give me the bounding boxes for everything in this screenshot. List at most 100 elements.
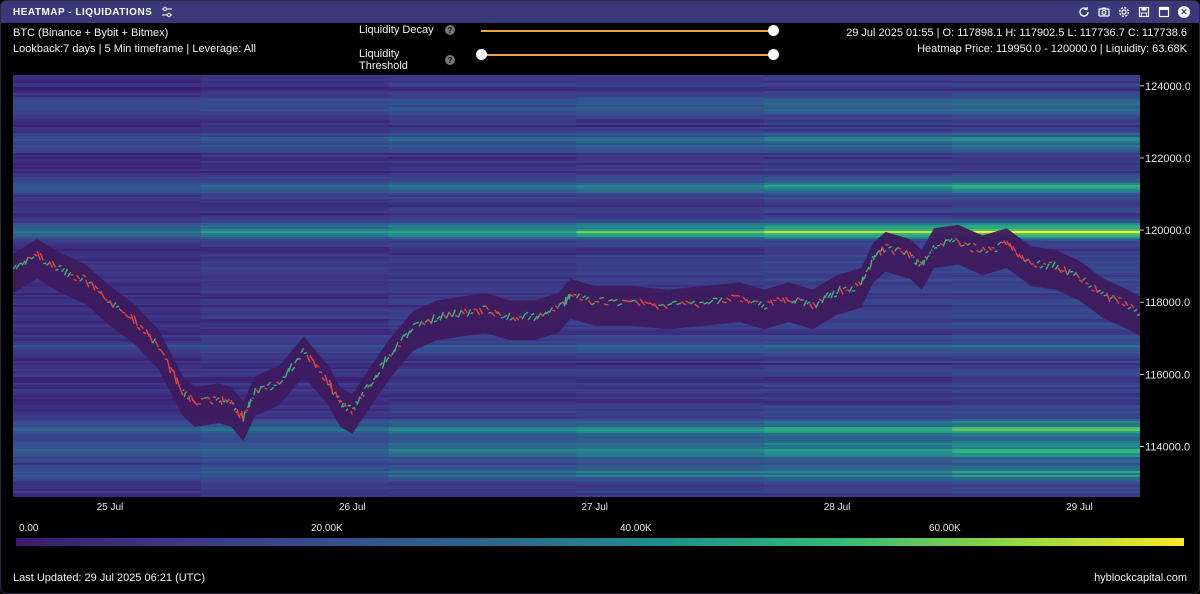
heatmap-cell <box>576 247 766 249</box>
heatmap-cell <box>13 495 202 497</box>
heatmap-cell <box>200 237 390 239</box>
heatmap-cell <box>200 113 390 115</box>
save-icon[interactable] <box>1137 5 1151 19</box>
heatmap-cell <box>952 159 1141 161</box>
heatmap-cell <box>576 397 766 399</box>
price-candle <box>303 351 308 355</box>
refresh-icon[interactable] <box>1077 5 1091 19</box>
heatmap-cell <box>388 449 578 451</box>
heatmap-cell <box>200 149 390 151</box>
heatmap-cell <box>200 137 390 139</box>
price-candle <box>189 394 193 398</box>
close-icon[interactable]: ✕ <box>1177 5 1191 19</box>
heatmap-cell <box>200 105 390 107</box>
brand-link[interactable]: hyblockcapital.com <box>1094 572 1187 584</box>
heatmap-cell <box>576 251 766 253</box>
heatmap-cell <box>764 187 954 189</box>
heatmap-cell <box>13 179 202 181</box>
heatmap-cell <box>576 457 766 459</box>
heatmap-cell <box>764 141 954 143</box>
liquidity-threshold-max-handle[interactable] <box>768 49 779 60</box>
heatmap-cell <box>576 465 766 467</box>
heatmap-cell <box>764 139 954 141</box>
heatmap-cell <box>388 365 578 367</box>
heatmap-cell <box>200 291 390 293</box>
heatmap-cell <box>952 169 1141 171</box>
help-icon[interactable]: ? <box>445 55 455 65</box>
heatmap-cell <box>576 461 766 463</box>
heatmap-cell <box>200 303 390 305</box>
heatmap-cell <box>388 85 578 87</box>
heatmap-cell <box>952 369 1141 371</box>
heatmap-cell <box>952 139 1141 141</box>
heatmap-cell <box>576 359 766 361</box>
heatmap-cell <box>576 273 766 275</box>
heatmap-cell <box>388 379 578 381</box>
heatmap-cell <box>764 411 954 413</box>
price-candle <box>115 305 120 308</box>
heatmap-cell <box>576 103 766 105</box>
settings-icon[interactable] <box>160 5 174 19</box>
heatmap-cell <box>576 93 766 95</box>
heatmap-cell <box>952 387 1141 389</box>
gear-icon[interactable] <box>1117 5 1131 19</box>
liquidity-decay-handle[interactable] <box>768 25 779 36</box>
heatmap-cell <box>200 217 390 219</box>
heatmap-cell <box>952 425 1141 427</box>
heatmap-cell <box>200 253 390 255</box>
heatmap-cell <box>576 393 766 395</box>
liquidity-decay-slider[interactable] <box>481 30 773 32</box>
heatmap-cell <box>200 273 390 275</box>
heatmap-cell <box>764 427 954 429</box>
price-candle <box>227 398 231 402</box>
heatmap-cell <box>764 83 954 85</box>
heatmap-cell <box>388 93 578 95</box>
heatmap-cell <box>200 305 390 307</box>
heatmap-cell <box>13 127 202 129</box>
heatmap-cell <box>764 133 954 135</box>
heatmap-cell <box>200 79 390 81</box>
heatmap-cell <box>764 219 954 221</box>
heatmap-cell <box>388 113 578 115</box>
camera-icon[interactable] <box>1097 5 1111 19</box>
heatmap-cell <box>200 451 390 453</box>
heatmap-cell <box>764 185 954 187</box>
heatmap-cell <box>764 213 954 215</box>
heatmap-cell <box>388 259 578 261</box>
heatmap-cell <box>576 151 766 153</box>
liquidity-threshold-min-handle[interactable] <box>476 49 487 60</box>
heatmap-cell <box>576 463 766 465</box>
heatmap-cell <box>764 169 954 171</box>
heatmap-cell <box>13 165 202 167</box>
heatmap-cell <box>764 345 954 347</box>
heatmap-cell <box>576 487 766 489</box>
heatmap-cell <box>576 269 766 271</box>
heatmap-cell <box>388 469 578 471</box>
heatmap-cell <box>952 229 1141 231</box>
heatmap-cell <box>764 175 954 177</box>
heatmap-cell <box>576 183 766 185</box>
heatmap-cell <box>576 477 766 479</box>
heatmap-cell <box>388 145 578 147</box>
heatmap-cell <box>764 417 954 419</box>
liquidation-heatmap-chart[interactable]: 124000.0 122000.0 120000.0 118000.0 116000.0… <box>13 75 1190 515</box>
help-icon[interactable]: ? <box>445 25 455 35</box>
heatmap-cell <box>764 419 954 421</box>
heatmap-cell <box>576 211 766 213</box>
heatmap-cell <box>388 291 578 293</box>
heatmap-cell <box>576 347 766 349</box>
heatmap-cell <box>388 211 578 213</box>
heatmap-cell <box>388 493 578 495</box>
heatmap-cell <box>388 87 578 89</box>
heatmap-cell <box>952 227 1141 229</box>
heatmap-svg[interactable]: 124000.0 122000.0 120000.0 118000.0 116000.0… <box>13 75 1190 515</box>
x-tick-label: 28 Jul <box>824 502 851 513</box>
expand-icon[interactable] <box>1157 5 1171 19</box>
heatmap-cell <box>200 455 390 457</box>
heatmap-cell <box>13 157 202 159</box>
heatmap-cell <box>388 289 578 291</box>
heatmap-cell <box>764 129 954 131</box>
heatmap-cell <box>576 399 766 401</box>
heatmap-cell <box>576 369 766 371</box>
liquidity-threshold-slider[interactable] <box>481 54 773 56</box>
